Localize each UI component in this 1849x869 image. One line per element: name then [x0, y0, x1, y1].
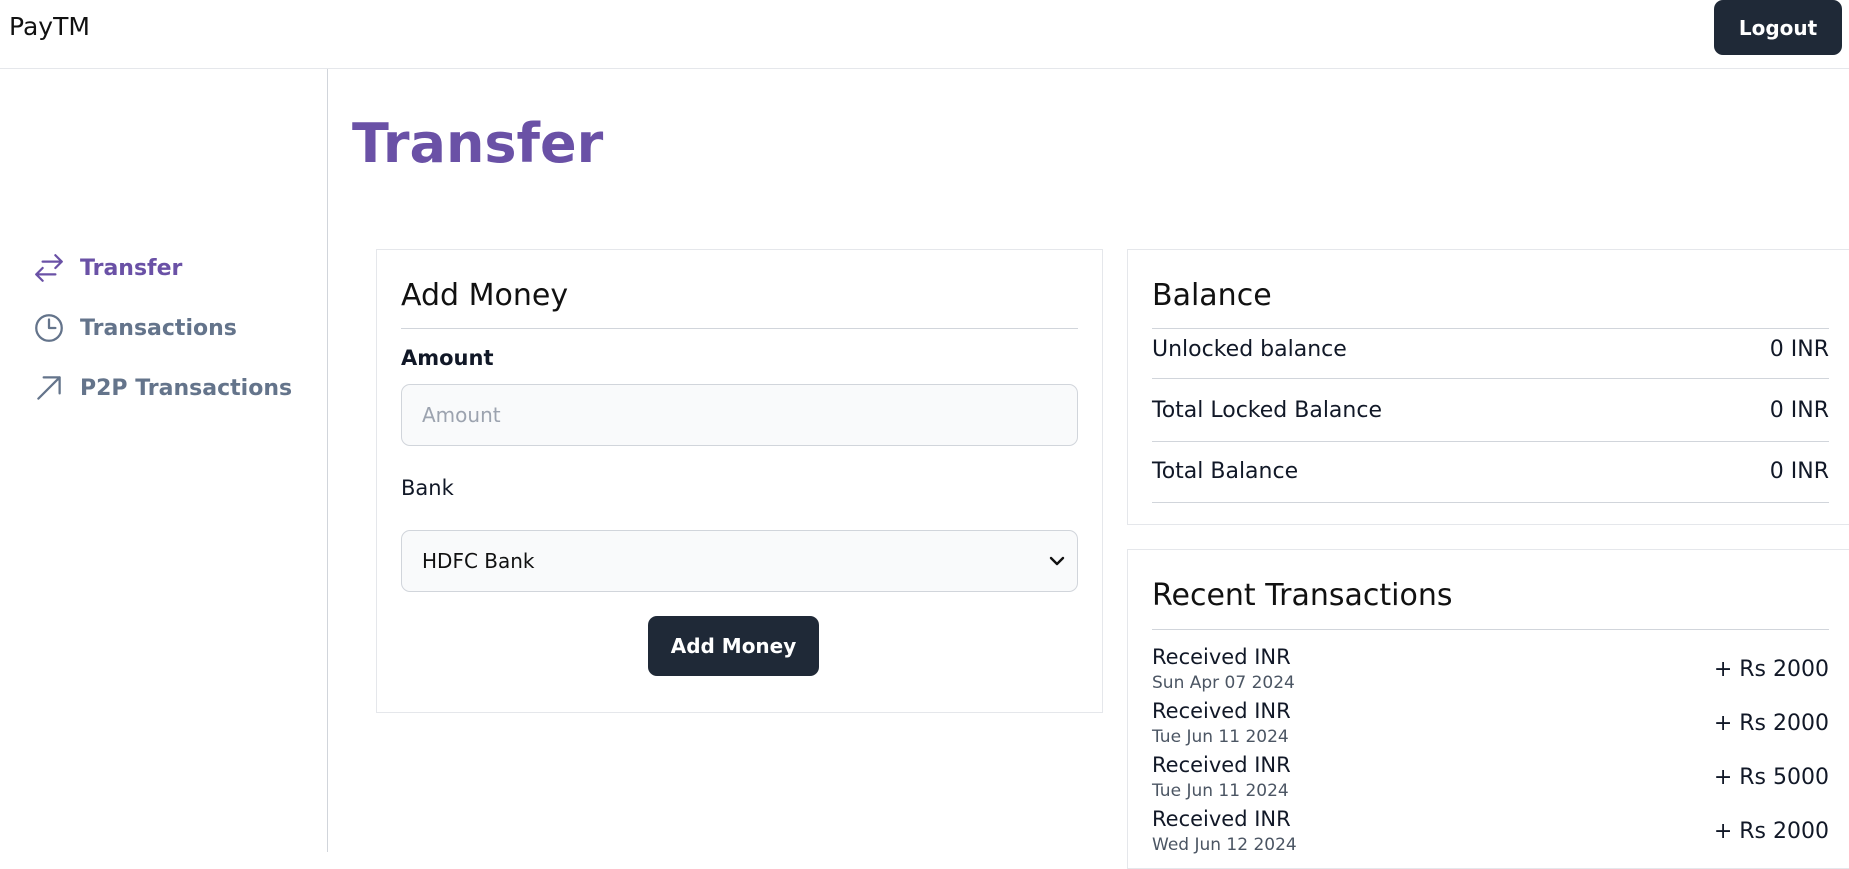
bank-select[interactable]: HDFC Bank [401, 530, 1078, 592]
transaction-amount: + Rs 2000 [1713, 819, 1829, 844]
card-title: Add Money [401, 278, 569, 313]
transaction-date: Tue Jun 11 2024 [1152, 727, 1289, 747]
transfer-arrows-icon [32, 251, 66, 285]
balance-row-value: 0 INR [1769, 337, 1829, 362]
add-money-card: Add Money Amount Bank HDFC Bank Add Mone… [376, 249, 1103, 713]
card-title: Recent Transactions [1152, 578, 1453, 613]
divider [401, 328, 1078, 329]
page-title: Transfer [352, 112, 604, 175]
balance-row: Total Balance 0 INR [1152, 442, 1829, 503]
transaction-amount: + Rs 2000 [1713, 711, 1829, 736]
balance-row: Unlocked balance 0 INR [1152, 329, 1829, 379]
balance-card: Balance Unlocked balance 0 INR Total Loc… [1127, 249, 1849, 525]
transaction-title: Received INR [1152, 753, 1291, 777]
transaction-item: Received INR Tue Jun 11 2024 + Rs 2000 [1152, 699, 1829, 753]
sidebar-item-transfer[interactable]: Transfer [32, 248, 182, 288]
transaction-title: Received INR [1152, 645, 1291, 669]
sidebar-item-transactions[interactable]: Transactions [32, 308, 237, 348]
balance-row-label: Total Balance [1152, 459, 1299, 484]
transaction-title: Received INR [1152, 807, 1291, 831]
balance-row-value: 0 INR [1769, 398, 1829, 423]
sidebar-item-p2p-transactions[interactable]: P2P Transactions [32, 368, 292, 408]
balance-row: Total Locked Balance 0 INR [1152, 381, 1829, 442]
transaction-date: Sun Apr 07 2024 [1152, 673, 1295, 693]
sidebar-item-label: Transactions [80, 315, 237, 341]
top-bar: PayTM Logout [0, 0, 1849, 69]
transaction-item: Received INR Wed Jun 12 2024 + Rs 2000 [1152, 807, 1829, 861]
sidebar: Transfer Transactions P2P Transactions [0, 69, 328, 852]
transaction-amount: + Rs 5000 [1713, 765, 1829, 790]
balance-row-label: Total Locked Balance [1152, 398, 1382, 423]
transaction-amount: + Rs 2000 [1713, 657, 1829, 682]
amount-label: Amount [401, 346, 494, 370]
arrow-up-right-icon [32, 371, 66, 405]
logout-button[interactable]: Logout [1714, 0, 1842, 55]
transaction-date: Wed Jun 12 2024 [1152, 835, 1297, 855]
bank-select-value: HDFC Bank [422, 549, 535, 573]
transaction-title: Received INR [1152, 699, 1291, 723]
clock-icon [32, 311, 66, 345]
chevron-down-icon [1045, 549, 1069, 573]
recent-transactions-card: Recent Transactions Received INR Sun Apr… [1127, 549, 1849, 869]
balance-row-value: 0 INR [1769, 459, 1829, 484]
bank-label: Bank [401, 476, 454, 500]
add-money-button[interactable]: Add Money [648, 616, 819, 676]
transaction-date: Tue Jun 11 2024 [1152, 781, 1289, 801]
card-title: Balance [1152, 278, 1272, 313]
transaction-item: Received INR Tue Jun 11 2024 + Rs 5000 [1152, 753, 1829, 807]
amount-input[interactable] [401, 384, 1078, 446]
balance-row-label: Unlocked balance [1152, 337, 1347, 362]
sidebar-item-label: P2P Transactions [80, 375, 293, 401]
sidebar-item-label: Transfer [80, 255, 183, 281]
transaction-item: Received INR Sun Apr 07 2024 + Rs 2000 [1152, 645, 1829, 699]
divider [1152, 629, 1829, 630]
brand-logo: PayTM [9, 12, 90, 41]
